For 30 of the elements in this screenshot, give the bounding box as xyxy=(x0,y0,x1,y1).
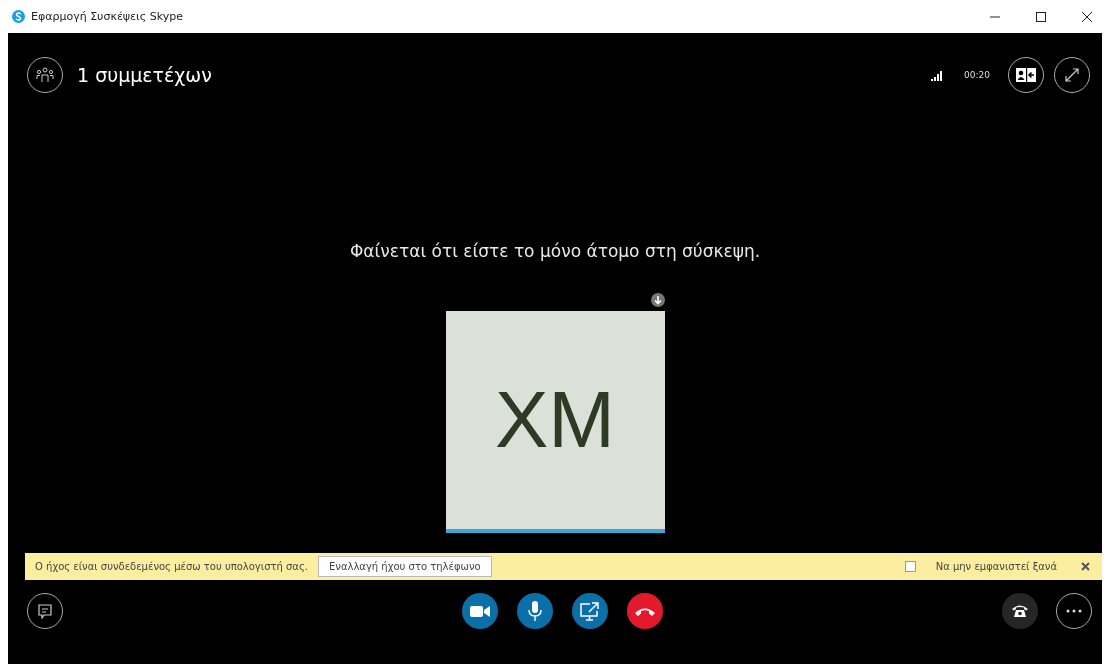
video-button[interactable] xyxy=(462,593,498,629)
checkbox[interactable] xyxy=(904,561,916,572)
switch-audio-button[interactable]: Εναλλαγή ήχου στο τηλέφωνο xyxy=(318,556,492,577)
hang-up-icon xyxy=(634,606,656,616)
contact-card-icon xyxy=(1016,68,1036,82)
telephone-icon xyxy=(1011,604,1029,618)
chat-icon xyxy=(38,603,52,619)
status-message: Φαίνεται ότι είστε το μόνο άτομο στη σύσκεψη. xyxy=(348,241,762,261)
app-logo-icon xyxy=(12,10,25,23)
window-title: Εφαρμογή Συσκέψεις Skype xyxy=(31,10,183,23)
close-icon[interactable] xyxy=(1081,562,1090,571)
microphone-button[interactable] xyxy=(517,593,553,629)
more-icon xyxy=(1066,609,1082,613)
expand-icon xyxy=(1064,67,1080,83)
share-screen-icon xyxy=(580,601,600,621)
dial-pad-button[interactable] xyxy=(1002,593,1038,629)
notification-text: Ο ήχος είναι συνδεδεμένος μέσω του υπολογιστή σας. xyxy=(35,561,308,572)
share-screen-button[interactable] xyxy=(572,593,608,629)
microphone-icon xyxy=(528,601,542,621)
call-duration: 00:20 xyxy=(964,70,990,80)
close-icon xyxy=(1082,11,1092,22)
hang-up-button[interactable] xyxy=(627,593,663,629)
participant-tile[interactable]: XM xyxy=(445,311,665,533)
signal-icon xyxy=(931,69,945,81)
people-icon xyxy=(36,67,54,83)
video-camera-icon xyxy=(470,604,490,618)
maximize-icon xyxy=(1036,11,1046,22)
checkbox-label: Να μην εμφανιστεί ξανά xyxy=(935,561,1057,572)
participant-count: 1 συμμετέχων xyxy=(77,64,212,86)
download-arrow-icon[interactable] xyxy=(650,293,665,307)
